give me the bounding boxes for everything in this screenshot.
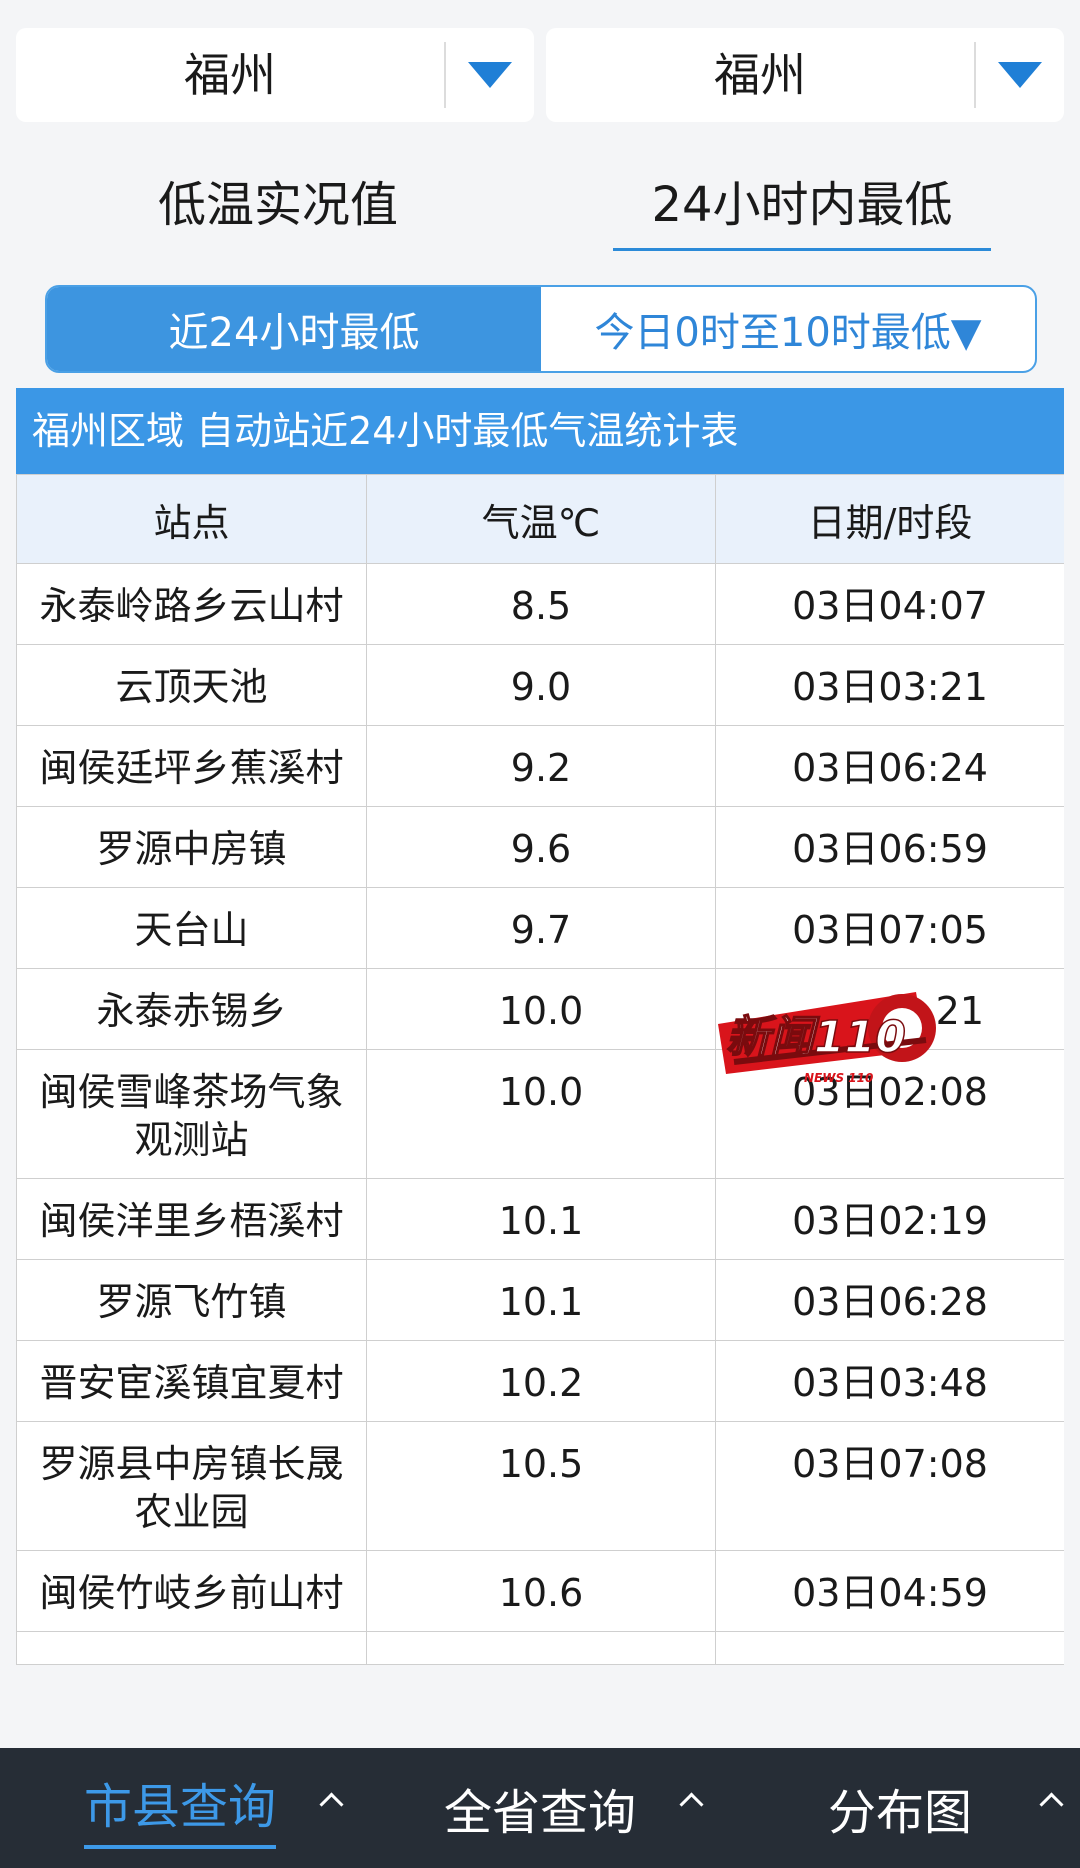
temp-cell: 10.0 bbox=[366, 1049, 716, 1179]
temp-cell bbox=[366, 1631, 716, 1665]
column-header-station[interactable]: 站点 bbox=[16, 474, 367, 564]
time-cell: 03日06:24 bbox=[715, 725, 1064, 807]
time-cell: 03日03:21 bbox=[715, 644, 1064, 726]
time-cell: 03日06:28 bbox=[715, 1259, 1064, 1341]
watermark-text: 新闻110 bbox=[726, 1012, 906, 1063]
temp-cell: 10.2 bbox=[366, 1340, 716, 1422]
temp-cell: 10.1 bbox=[366, 1178, 716, 1260]
time-cell bbox=[715, 1631, 1064, 1665]
temp-cell: 8.5 bbox=[366, 563, 716, 645]
news110-logo-icon: 新闻110 NEWS 110 bbox=[704, 966, 950, 1088]
temp-cell: 9.7 bbox=[366, 887, 716, 969]
station-cell: 晋安宦溪镇宜夏村 bbox=[16, 1340, 367, 1422]
watermark-subtext: NEWS 110 bbox=[804, 1071, 873, 1085]
tab-label: 24小时内最低 bbox=[613, 170, 991, 251]
table-row[interactable]: 闽侯廷坪乡蕉溪村 9.2 03日06:24 bbox=[16, 725, 1064, 807]
table-row[interactable]: 晋安宦溪镇宜夏村 10.2 03日03:48 bbox=[16, 1340, 1064, 1422]
table-row[interactable]: 罗源中房镇 9.6 03日06:59 bbox=[16, 806, 1064, 888]
temp-cell: 10.6 bbox=[366, 1550, 716, 1632]
time-cell: 03日06:59 bbox=[715, 806, 1064, 888]
station-cell: 云顶天池 bbox=[16, 644, 367, 726]
station-cell: 罗源飞竹镇 bbox=[16, 1259, 367, 1341]
table-row[interactable]: 罗源县中房镇长晟农业园 10.5 03日07:08 bbox=[16, 1421, 1064, 1551]
dropdown-arrow-icon[interactable] bbox=[446, 28, 534, 122]
tab-label: 低温实况值 bbox=[157, 177, 398, 233]
station-cell: 闽侯洋里乡梧溪村 bbox=[16, 1178, 367, 1260]
nav-label: 市县查询 bbox=[83, 1767, 276, 1849]
temp-cell: 9.6 bbox=[366, 806, 716, 888]
nav-distribution-map[interactable]: 分布图 bbox=[720, 1748, 1080, 1868]
column-header-time[interactable]: 日期/时段 bbox=[715, 474, 1064, 564]
tab-24h-min[interactable]: 24小时内最低 bbox=[540, 170, 1064, 251]
city-selector-right[interactable]: 福州 bbox=[546, 28, 1064, 122]
station-cell: 罗源县中房镇长晟农业园 bbox=[16, 1421, 367, 1551]
selector-row: 福州 福州 bbox=[16, 28, 1064, 122]
station-cell: 闽侯竹岐乡前山村 bbox=[16, 1550, 367, 1632]
table-row[interactable]: 罗源飞竹镇 10.1 03日06:28 bbox=[16, 1259, 1064, 1341]
time-cell: 03日03:48 bbox=[715, 1340, 1064, 1422]
column-header-temp[interactable]: 气温℃ bbox=[366, 474, 716, 564]
table-row[interactable]: 闽侯竹岐乡前山村 10.6 03日04:59 bbox=[16, 1550, 1064, 1632]
time-cell: 03日04:07 bbox=[715, 563, 1064, 645]
chevron-up-icon[interactable] bbox=[679, 1792, 704, 1817]
time-cell: 03日07:08 bbox=[715, 1421, 1064, 1551]
nav-label: 分布图 bbox=[827, 1785, 972, 1841]
temp-cell: 10.5 bbox=[366, 1421, 716, 1551]
city-selector-left-value: 福州 bbox=[184, 48, 276, 102]
station-cell: 永泰赤锡乡 bbox=[16, 968, 367, 1050]
nav-province-query[interactable]: 全省查询 bbox=[360, 1748, 720, 1868]
tab-low-temp-actual[interactable]: 低温实况值 bbox=[16, 170, 540, 250]
mode-tabs: 低温实况值 24小时内最低 bbox=[16, 170, 1064, 251]
city-selector-right-value: 福州 bbox=[714, 48, 806, 102]
station-cell: 闽侯雪峰茶场气象观测站 bbox=[16, 1049, 367, 1179]
table-row[interactable]: 闽侯洋里乡梧溪村 10.1 03日02:19 bbox=[16, 1178, 1064, 1260]
temp-cell: 10.1 bbox=[366, 1259, 716, 1341]
table-header-row: 站点 气温℃ 日期/时段 bbox=[16, 474, 1064, 564]
bottom-nav: 市县查询 全省查询 分布图 bbox=[0, 1748, 1080, 1868]
station-cell: 天台山 bbox=[16, 887, 367, 969]
station-cell: 罗源中房镇 bbox=[16, 806, 367, 888]
time-cell: 03日07:05 bbox=[715, 887, 1064, 969]
segment-today-0-10[interactable]: 今日0时至10时最低▼ bbox=[541, 287, 1035, 371]
city-selector-left[interactable]: 福州 bbox=[16, 28, 534, 122]
chevron-up-icon[interactable] bbox=[1039, 1792, 1064, 1817]
station-cell: 闽侯廷坪乡蕉溪村 bbox=[16, 725, 367, 807]
table-row[interactable]: 天台山 9.7 03日07:05 bbox=[16, 887, 1064, 969]
table-row[interactable]: 云顶天池 9.0 03日03:21 bbox=[16, 644, 1064, 726]
time-cell: 03日04:59 bbox=[715, 1550, 1064, 1632]
time-range-segment: 近24小时最低 今日0时至10时最低▼ bbox=[45, 285, 1037, 373]
chevron-up-icon[interactable] bbox=[319, 1792, 344, 1817]
temp-cell: 10.0 bbox=[366, 968, 716, 1050]
nav-city-county-query[interactable]: 市县查询 bbox=[0, 1748, 360, 1868]
station-cell: 永泰岭路乡云山村 bbox=[16, 563, 367, 645]
time-cell: 03日02:19 bbox=[715, 1178, 1064, 1260]
dropdown-arrow-icon[interactable] bbox=[976, 28, 1064, 122]
table-title: 福州区域 自动站近24小时最低气温统计表 bbox=[16, 388, 1064, 474]
segment-last-24h[interactable]: 近24小时最低 bbox=[47, 287, 541, 371]
temp-cell: 9.0 bbox=[366, 644, 716, 726]
station-cell bbox=[16, 1631, 367, 1665]
table-row[interactable]: 永泰岭路乡云山村 8.5 03日04:07 bbox=[16, 563, 1064, 645]
table-row[interactable] bbox=[16, 1631, 1064, 1665]
nav-label: 全省查询 bbox=[443, 1785, 636, 1841]
temp-cell: 9.2 bbox=[366, 725, 716, 807]
